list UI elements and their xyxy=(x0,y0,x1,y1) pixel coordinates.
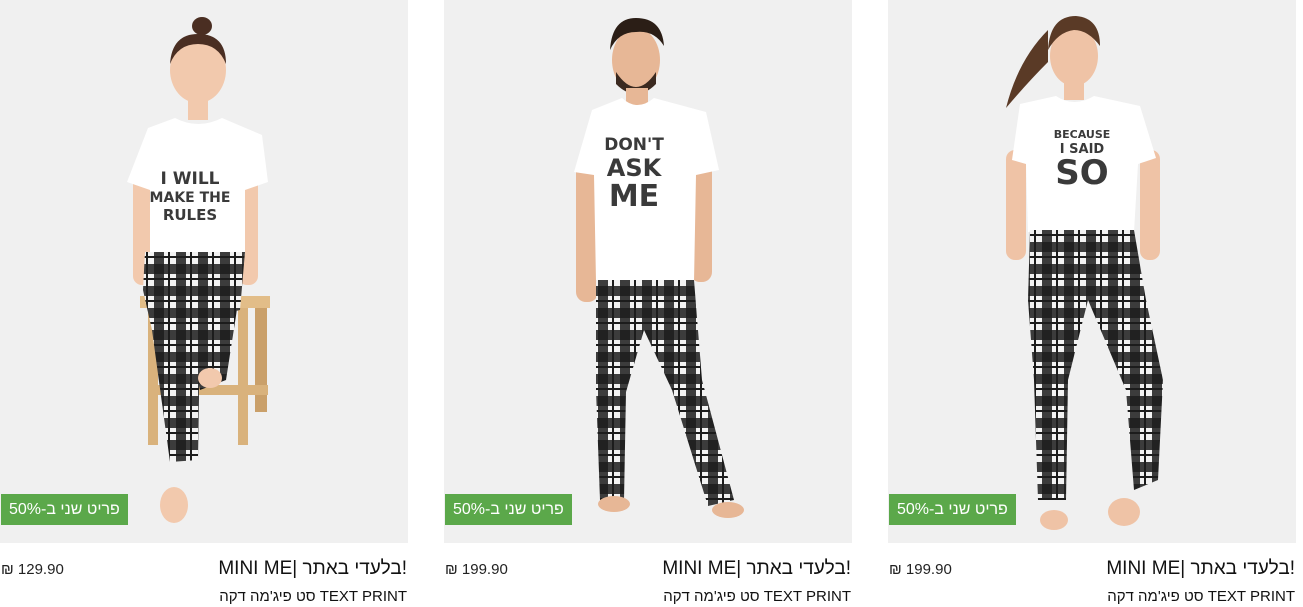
shirt-line-1: DON'T xyxy=(604,135,664,155)
product-image[interactable]: BECAUSE I SAID SO פריט שני ב-50% xyxy=(888,0,1296,543)
shirt-line-2: ASK xyxy=(607,154,663,182)
product-price: ₪ 199.90 xyxy=(445,561,508,578)
product-image[interactable]: I WILL MAKE THE RULES פריט שני ב-50% xyxy=(0,0,408,543)
product-info: ₪ 199.90 MINI ME| בלעדי באתר! סט פיג'מה … xyxy=(444,556,852,607)
product-subtitle[interactable]: סט פיג'מה דקה TEXT PRINT xyxy=(1107,588,1295,605)
product-price: ₪ 199.90 xyxy=(889,561,952,578)
shirt-print: DON'T ASK ME xyxy=(604,135,664,214)
product-price: ₪ 129.90 xyxy=(1,561,64,578)
sale-badge: פריט שני ב-50% xyxy=(1,494,128,525)
product-info: ₪ 199.90 MINI ME| בלעדי באתר! סט פיג'מה … xyxy=(888,556,1296,607)
product-card[interactable]: BECAUSE I SAID SO פריט שני ב-50% ₪ 199.9… xyxy=(888,0,1296,607)
shirt-line-1: BECAUSE xyxy=(1054,128,1111,141)
shirt-print: BECAUSE I SAID SO xyxy=(1054,128,1111,193)
product-grid: I WILL MAKE THE RULES פריט שני ב-50% ₪ 1… xyxy=(0,0,1303,607)
sale-badge: פריט שני ב-50% xyxy=(889,494,1016,525)
product-title[interactable]: MINI ME| בלעדי באתר! xyxy=(1106,558,1295,580)
shirt-line-3: SO xyxy=(1055,153,1108,193)
sale-badge: פריט שני ב-50% xyxy=(445,494,572,525)
product-info: ₪ 129.90 MINI ME| בלעדי באתר! סט פיג'מה … xyxy=(0,556,408,607)
shirt-print: I WILL MAKE THE RULES xyxy=(150,169,231,224)
shirt-line-1: I WILL xyxy=(161,169,220,189)
product-subtitle[interactable]: סט פיג'מה דקה TEXT PRINT xyxy=(663,588,851,605)
product-card[interactable]: DON'T ASK ME פריט שני ב-50% ₪ 199.90 MIN… xyxy=(444,0,852,607)
product-title[interactable]: MINI ME| בלעדי באתר! xyxy=(218,558,407,580)
product-card[interactable]: I WILL MAKE THE RULES פריט שני ב-50% ₪ 1… xyxy=(0,0,408,607)
product-title[interactable]: MINI ME| בלעדי באתר! xyxy=(662,558,851,580)
shirt-line-3: RULES xyxy=(163,206,217,224)
shirt-line-3: ME xyxy=(609,179,659,214)
product-image[interactable]: DON'T ASK ME פריט שני ב-50% xyxy=(444,0,852,543)
product-subtitle[interactable]: סט פיג'מה דקה TEXT PRINT xyxy=(219,588,407,605)
shirt-line-2: MAKE THE xyxy=(150,190,231,206)
